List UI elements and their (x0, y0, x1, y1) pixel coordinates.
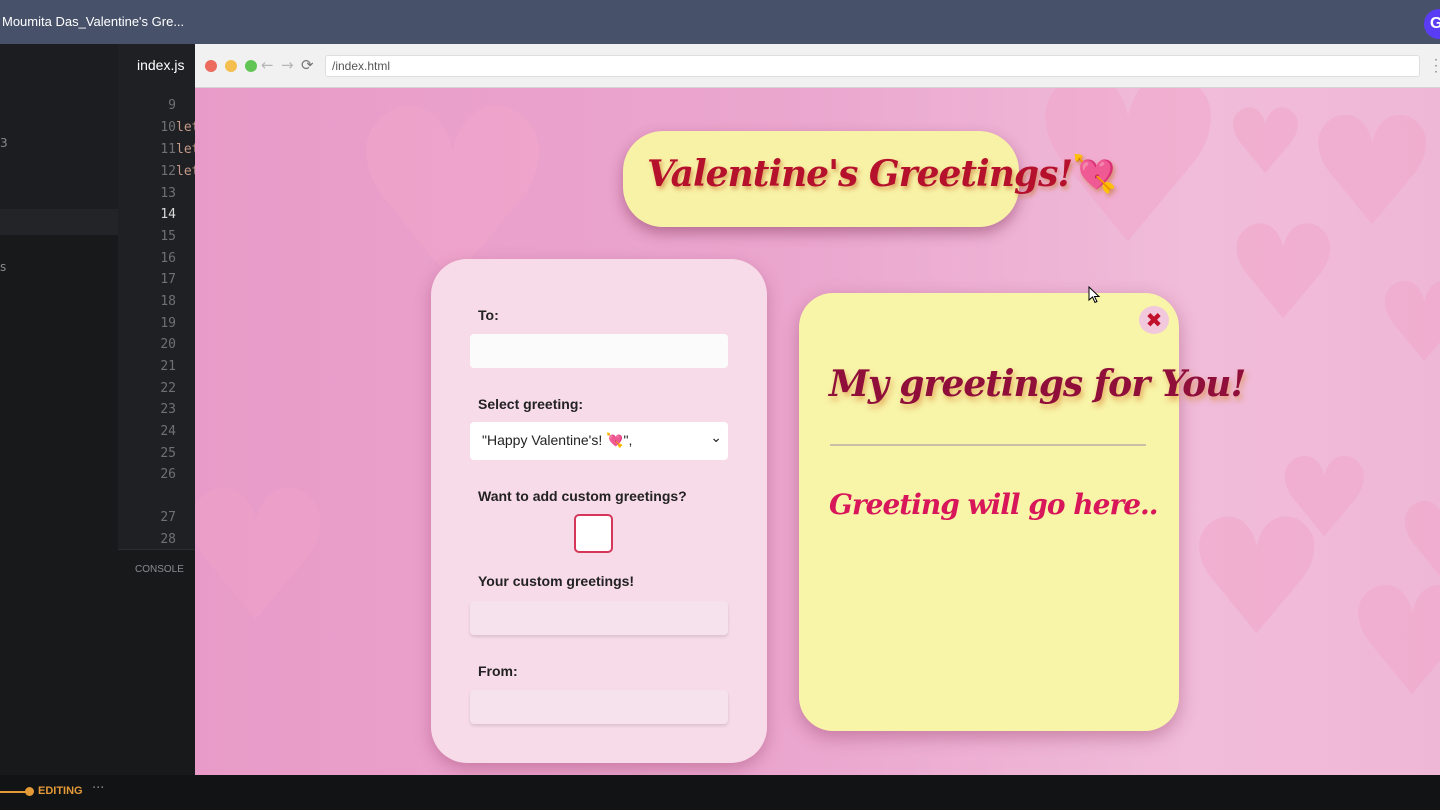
url-text: /index.html (332, 59, 391, 73)
background-heart-icon: ♥ (1395, 488, 1440, 598)
line-number: 19 (160, 316, 176, 331)
line-number: 25 (160, 446, 176, 461)
reload-icon[interactable]: ⟳ (301, 56, 314, 74)
project-title: Moumita Das_Valentine's Gre... (2, 14, 185, 29)
background-heart-icon: ♥ (1375, 259, 1440, 387)
browser-chrome: ← → ⟳ /index.html · · · (195, 44, 1440, 88)
page-viewport: ♥ ♥ ♥ ♥ ♥ ♥ ♥ ♥ ♥ ♥ ♥ Valentine's Greeti… (195, 88, 1440, 775)
line-number: 15 (160, 229, 176, 244)
greeting-preview-card: ✖ My greetings for You! Greeting will go… (799, 293, 1246, 731)
greeting-select[interactable]: "Happy Valentine's! 💘", ⌄ (470, 422, 728, 460)
tab-index-js[interactable]: index.js (137, 57, 184, 73)
line-number: 24 (160, 424, 176, 439)
custom-greetings-input[interactable] (470, 601, 728, 635)
line-number: 12 (160, 164, 176, 179)
line-number: 26 (160, 467, 176, 482)
from-label: From: (478, 663, 518, 679)
forward-arrow-icon[interactable]: → (281, 56, 294, 74)
to-label: To: (478, 307, 499, 323)
line-number: 13 (160, 186, 176, 201)
line-number: 22 (160, 381, 176, 396)
line-number: 10 (160, 120, 176, 135)
maximize-window-dot[interactable] (245, 60, 257, 72)
console-panel: CONSOLE (118, 549, 198, 775)
greeting-card-title: My greetings for You! (829, 363, 1246, 405)
line-number: 11 (160, 142, 176, 157)
mouse-pointer-icon (1088, 286, 1101, 304)
console-label[interactable]: CONSOLE (135, 564, 184, 575)
background-heart-icon: ♥ (1225, 90, 1306, 195)
custom-greetings-label: Your custom greetings! (478, 573, 635, 589)
back-arrow-icon[interactable]: ← (261, 56, 274, 74)
from-input[interactable] (470, 690, 728, 724)
custom-greetings-checkbox[interactable] (574, 514, 613, 553)
background-heart-icon: ♥ (1225, 197, 1342, 349)
line-number: 17 (160, 272, 176, 287)
background-heart-icon: ♥ (195, 453, 337, 662)
url-bar[interactable]: /index.html (325, 55, 1420, 77)
line-number: 9 (168, 98, 176, 113)
background-heart-icon: ♥ (1185, 484, 1329, 671)
minimize-window-dot[interactable] (225, 60, 237, 72)
browser-preview: ← → ⟳ /index.html · · · ♥ ♥ ♥ ♥ ♥ ♥ ♥ ♥ ♥ … (195, 44, 1440, 775)
line-number: 28 (160, 532, 176, 547)
line-number-active: 14 (160, 207, 176, 222)
sidebar-selected-row[interactable] (0, 209, 118, 235)
line-number: 23 (160, 402, 176, 417)
greeting-label: Select greeting: (478, 396, 584, 412)
status-mode: EDITING (38, 785, 83, 797)
sidebar-fragment: s (0, 260, 7, 274)
custom-toggle-label: Want to add custom greetings? (478, 488, 687, 504)
line-number: 16 (160, 251, 176, 266)
page-title-banner: Valentine's Greetings!💘 (623, 131, 1117, 227)
line-number: 21 (160, 359, 176, 374)
code-editor: index.js 9 10 11 12 13 14 15 16 17 18 19… (118, 44, 199, 775)
close-window-dot[interactable] (205, 60, 217, 72)
browser-menu-icon[interactable]: · · · (1434, 54, 1438, 78)
line-number: 27 (160, 510, 176, 525)
status-dot (25, 787, 34, 796)
greeting-select-value: "Happy Valentine's! 💘", (482, 432, 633, 448)
heart-arrow-icon: 💘 (1072, 153, 1117, 195)
file-sidebar: 3 s (0, 44, 118, 775)
close-icon[interactable]: ✖ (1139, 306, 1169, 334)
divider (830, 444, 1146, 446)
status-more-button[interactable]: ··· (92, 781, 104, 796)
greeting-form: To: Select greeting: "Happy Valentine's!… (431, 259, 767, 763)
greeting-text: Greeting will go here.. (829, 488, 1159, 521)
status-bar: EDITING ··· (0, 775, 1440, 810)
sidebar-fragment: 3 (0, 136, 8, 150)
to-input[interactable] (470, 334, 728, 368)
page-title: Valentine's Greetings!💘 (647, 153, 1117, 195)
editor-top-bar: Moumita Das_Valentine's Gre... G (0, 0, 1440, 44)
chevron-down-icon: ⌄ (710, 430, 722, 446)
line-number: 20 (160, 337, 176, 352)
line-number: 18 (160, 294, 176, 309)
avatar[interactable]: G (1424, 9, 1440, 39)
sidebar-panel (0, 44, 118, 209)
status-progress-line (0, 791, 28, 793)
